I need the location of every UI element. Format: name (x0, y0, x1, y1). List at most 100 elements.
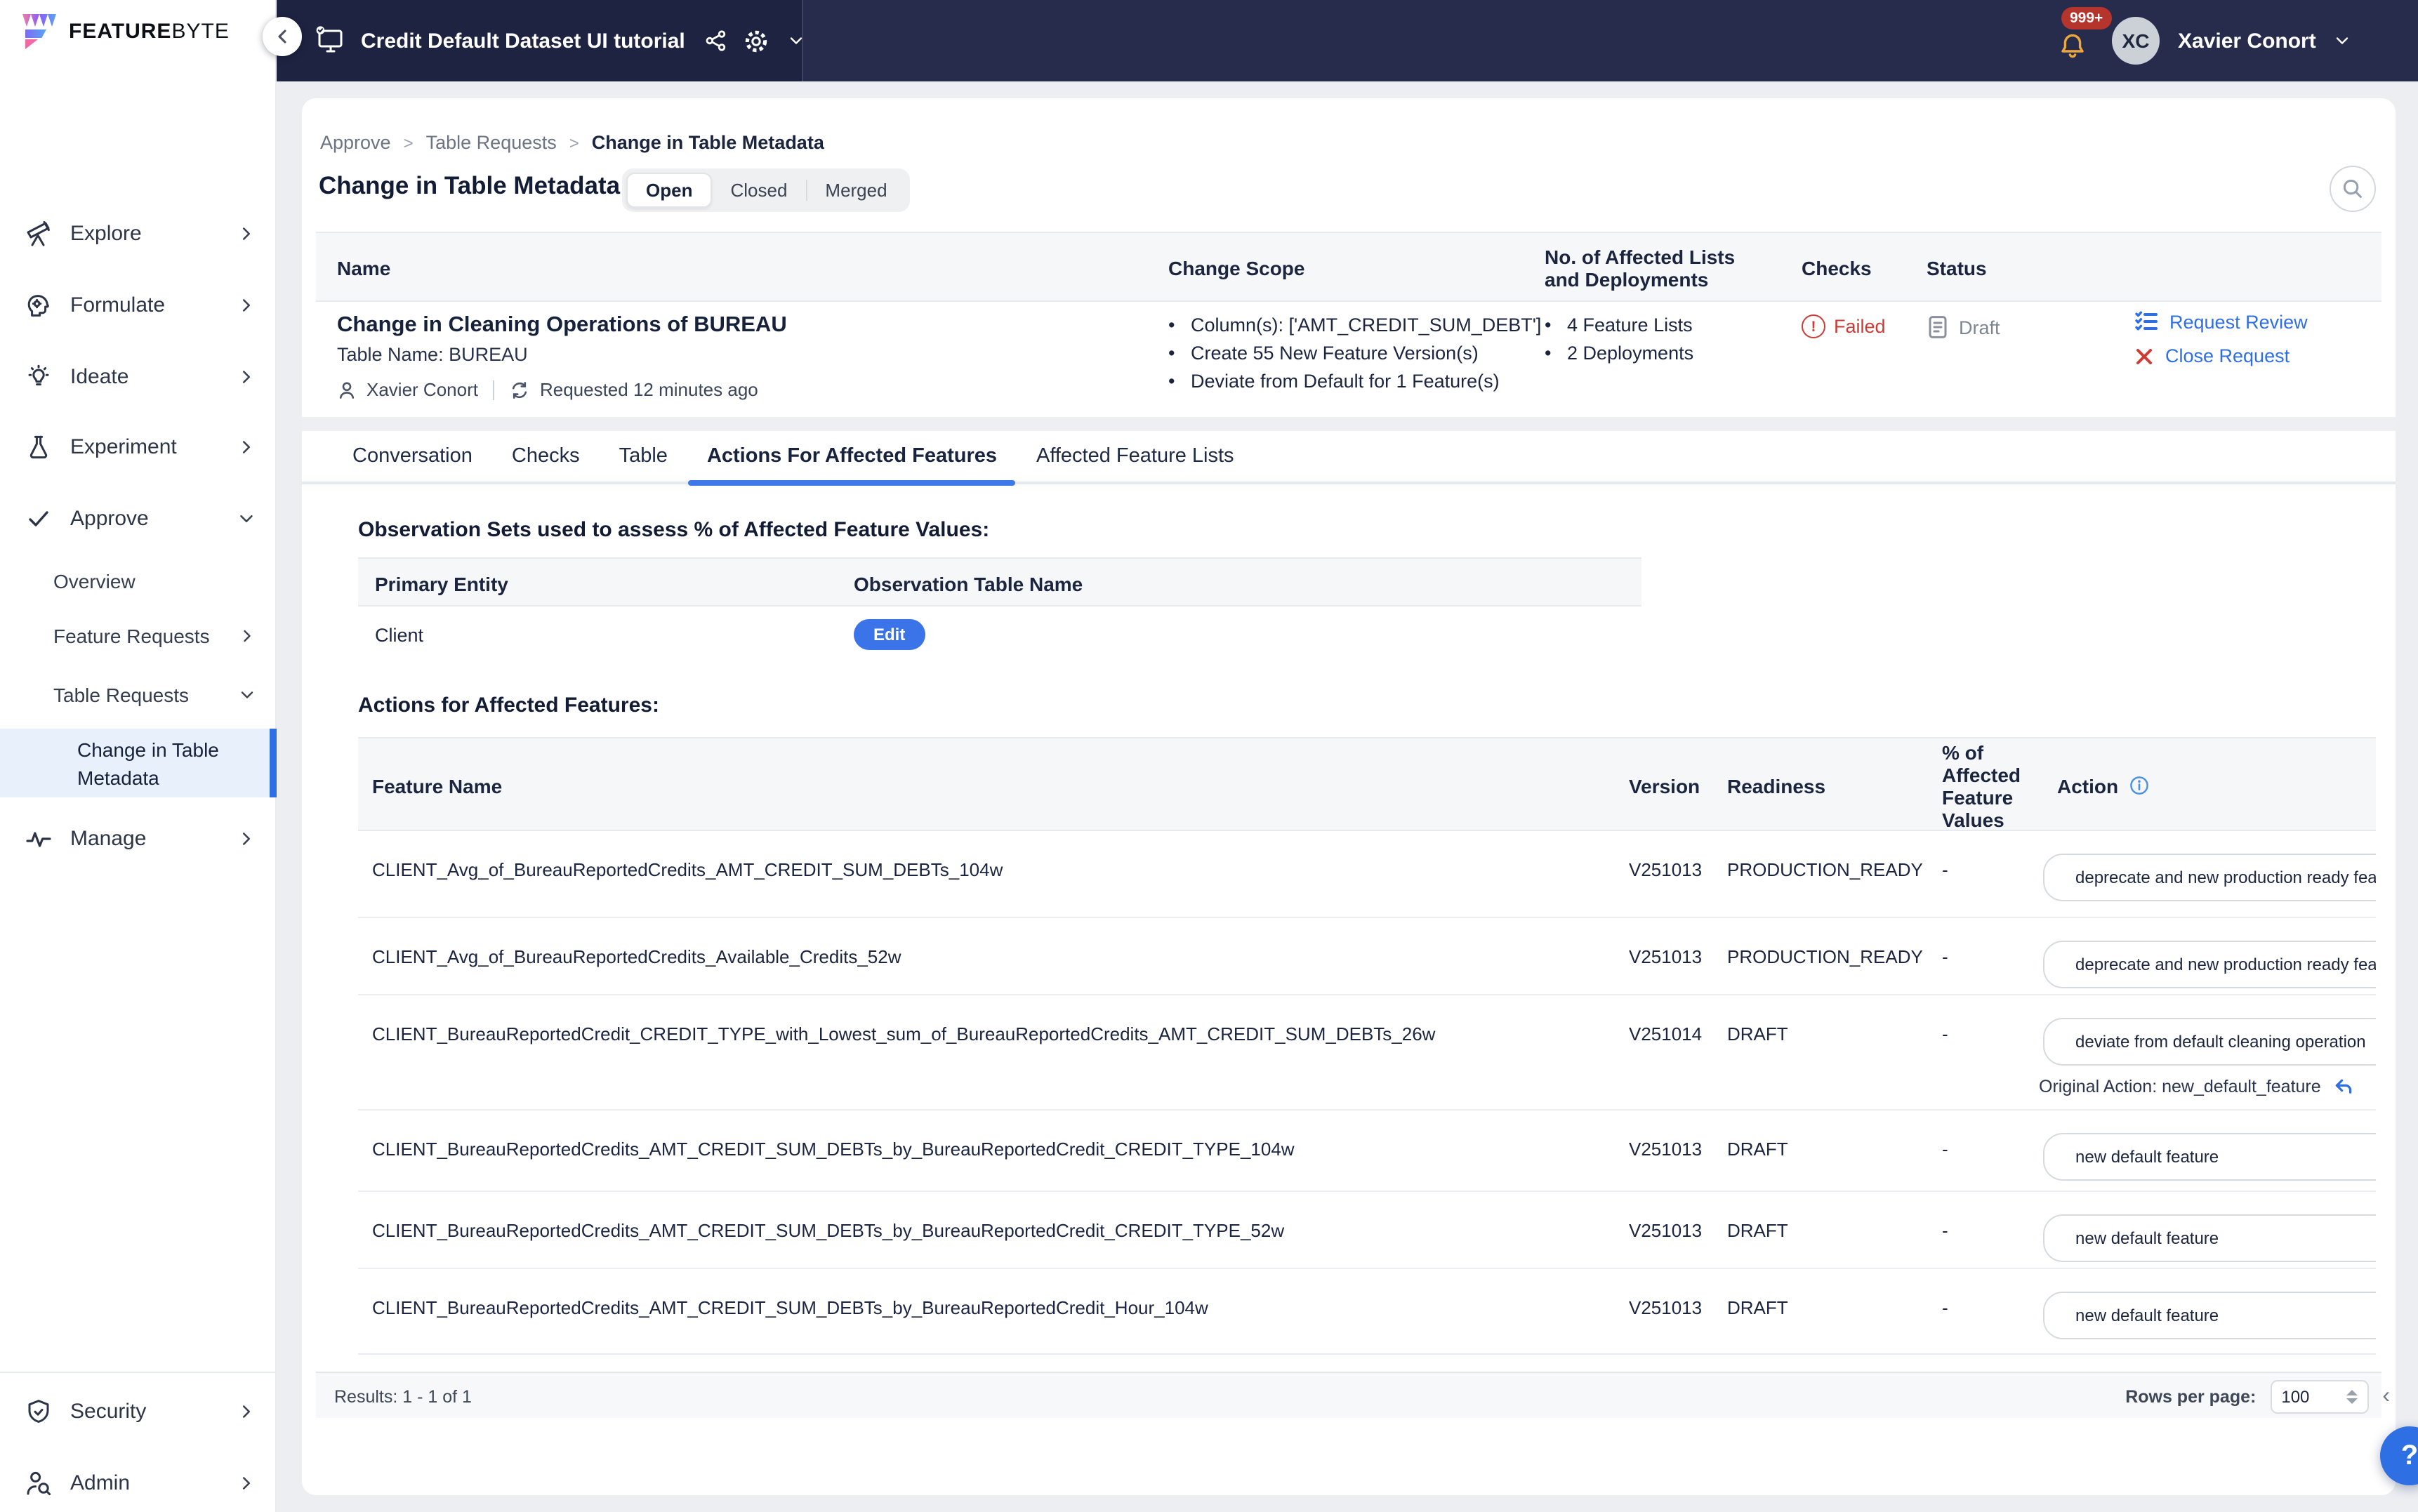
tab-affected-feature-lists[interactable]: Affected Feature Lists (1018, 430, 1253, 483)
sidebar-item-label: Manage (70, 826, 236, 850)
user-name[interactable]: Xavier Conort (2178, 29, 2316, 53)
sidebar-item-ideate[interactable]: Ideate (0, 348, 277, 404)
document-icon (1927, 314, 1949, 340)
notifications-bell[interactable]: 999+ (2053, 13, 2101, 69)
sidebar-item-overview[interactable]: Overview (0, 557, 277, 605)
tab-conversation[interactable]: Conversation (334, 430, 491, 483)
featurebyte-logo[interactable]: FEATUREBYTE (22, 14, 230, 49)
table-row: CLIENT_Avg_of_BureauReportedCredits_AMT_… (358, 831, 2376, 918)
chevron-right-icon (236, 1472, 257, 1493)
sidebar-item-label: Approve (70, 506, 236, 530)
action-select[interactable]: deprecate and new production ready featu… (2043, 941, 2376, 988)
project-title[interactable]: Credit Default Dataset UI tutorial (361, 29, 685, 53)
action-select[interactable]: new default feature (2043, 1214, 2376, 1262)
chevron-right-icon (236, 436, 257, 457)
edit-button[interactable]: Edit (854, 619, 925, 650)
breadcrumb-table-requests[interactable]: Table Requests (426, 132, 557, 153)
sidebar-item-label: Feature Requests (53, 625, 237, 647)
sidebar-item-change-in-table-metadata[interactable]: Change in Table Metadata (0, 729, 277, 797)
sidebar-item-label: Ideate (70, 364, 236, 388)
close-request-button[interactable]: Close Request (2134, 345, 2308, 366)
check-icon (24, 503, 53, 533)
features-table-header: Feature Name Version Readiness % of Affe… (358, 737, 2376, 831)
featurebyte-logo-icon (22, 14, 58, 49)
table-row: CLIENT_BureauReportedCredits_AMT_CREDIT_… (358, 1269, 2376, 1355)
sidebar-item-formulate[interactable]: Formulate (0, 277, 277, 333)
previous-page-button[interactable]: ‹ (2382, 1384, 2390, 1409)
requester-name: Xavier Conort (366, 379, 478, 400)
change-scope-list: •Column(s): ['AMT_CREDIT_SUM_DEBT'] •Cre… (1168, 314, 1541, 392)
stepper-icon[interactable] (2346, 1389, 2357, 1403)
avatar[interactable]: XC (2112, 17, 2160, 65)
col-observation-table-name: Observation Table Name (854, 559, 1083, 608)
meta-divider (494, 380, 495, 399)
feature-readiness: DRAFT (1727, 1220, 1788, 1241)
filter-open[interactable]: Open (626, 173, 712, 208)
activity-icon (24, 823, 53, 853)
sidebar-item-label: Change in Table Metadata (77, 735, 232, 791)
chevron-down-icon[interactable] (2333, 31, 2353, 51)
chevron-down-icon[interactable] (786, 31, 806, 51)
breadcrumb-approve[interactable]: Approve (320, 132, 391, 153)
feature-name: CLIENT_BureauReportedCredit_CREDIT_TYPE_… (372, 1023, 1622, 1045)
sidebar-item-approve[interactable]: Approve (0, 490, 277, 546)
table-row: CLIENT_Avg_of_BureauReportedCredits_Avai… (358, 918, 2376, 995)
chevron-right-icon (236, 828, 257, 849)
close-x-icon (2134, 346, 2154, 366)
request-review-button[interactable]: Request Review (2134, 310, 2308, 333)
table-row: CLIENT_BureauReportedCredits_AMT_CREDIT_… (358, 1192, 2376, 1269)
request-meta: Xavier Conort Requested 12 minutes ago (337, 379, 758, 400)
rows-per-page-input[interactable]: 100 (2270, 1379, 2368, 1413)
share-icon[interactable] (703, 28, 729, 53)
results-count: Results: 1 - 1 of 1 (334, 1387, 472, 1407)
feature-version: V251013 (1629, 859, 1702, 880)
sidebar-item-manage[interactable]: Manage (0, 810, 277, 866)
checks-status: ! Failed (1802, 314, 1886, 338)
flask-icon (24, 432, 53, 461)
action-select[interactable]: new default feature (2043, 1292, 2376, 1339)
shield-icon (24, 1396, 53, 1426)
observation-table: Primary Entity Observation Table Name Cl… (358, 557, 1641, 663)
section-divider (302, 417, 2396, 431)
col-affected: No. of Affected Lists and Deployments (1545, 233, 1755, 303)
breadcrumb-separator: > (404, 133, 414, 152)
request-title[interactable]: Change in Cleaning Operations of BUREAU (337, 313, 787, 338)
topbar: Credit Default Dataset UI tutorial 999+ … (277, 0, 2418, 81)
lightbulb-icon (24, 362, 53, 391)
feature-name: CLIENT_BureauReportedCredits_AMT_CREDIT_… (372, 1297, 1622, 1318)
info-icon[interactable] (2128, 775, 2149, 796)
action-select[interactable]: deviate from default cleaning operation (2043, 1018, 2376, 1066)
pct-affected-value: - (1942, 1023, 1948, 1045)
search-icon (2341, 177, 2365, 201)
sidebar-item-explore[interactable]: Explore (0, 205, 277, 261)
sidebar-item-experiment[interactable]: Experiment (0, 418, 277, 475)
chevron-right-icon (236, 294, 257, 315)
sidebar-item-label: Table Requests (53, 684, 237, 706)
sidebar-collapse-button[interactable] (263, 17, 302, 56)
gear-icon[interactable] (743, 27, 769, 54)
table-footer: Results: 1 - 1 of 1 Rows per page: 100 ‹ (316, 1372, 2381, 1418)
action-select[interactable]: deprecate and new production ready featu… (2043, 854, 2376, 901)
tab-table[interactable]: Table (601, 430, 686, 483)
feature-version: V251013 (1629, 1220, 1702, 1241)
col-feature-name: Feature Name (372, 738, 502, 833)
sidebar-item-feature-requests[interactable]: Feature Requests (0, 612, 277, 660)
filter-closed[interactable]: Closed (712, 173, 805, 208)
undo-icon[interactable] (2332, 1075, 2355, 1098)
catalog-monitor-icon (313, 24, 347, 58)
sidebar-item-security[interactable]: Security (0, 1383, 277, 1439)
filter-merged[interactable]: Merged (807, 173, 905, 208)
state-filter: Open Closed Merged (622, 168, 910, 212)
tab-actions-for-affected-features[interactable]: Actions For Affected Features (689, 430, 1015, 483)
affected-features-table: Feature Name Version Readiness % of Affe… (358, 737, 2376, 1355)
sidebar-item-table-requests[interactable]: Table Requests (0, 671, 277, 719)
search-button[interactable] (2330, 166, 2376, 212)
action-select[interactable]: new default feature (2043, 1133, 2376, 1181)
pct-affected-value: - (1942, 859, 1948, 880)
sidebar-item-admin[interactable]: Admin (0, 1454, 277, 1511)
feature-readiness: DRAFT (1727, 1139, 1788, 1160)
breadcrumb-separator: > (569, 133, 579, 152)
chevron-down-icon (236, 508, 257, 529)
tab-checks[interactable]: Checks (494, 430, 598, 483)
page-title: Change in Table Metadata (319, 171, 620, 201)
